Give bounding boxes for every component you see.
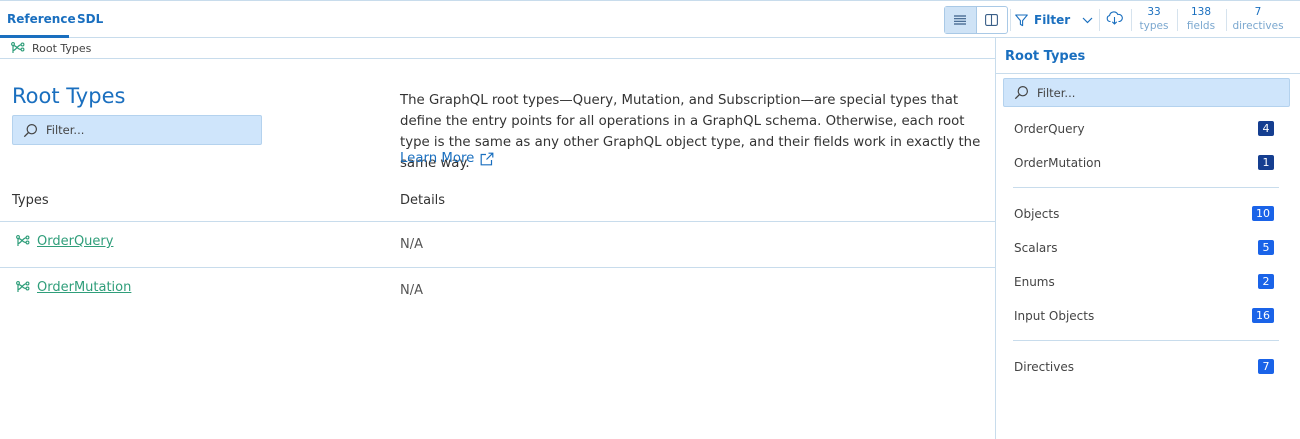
filter-button[interactable]: Filter [1015,6,1093,34]
nav-item-label: OrderQuery [1014,121,1085,136]
nav-item-label: Input Objects [1014,308,1095,323]
list-icon [954,15,967,25]
stat-directives-label: directives [1232,20,1284,32]
breadcrumb-label[interactable]: Root Types [32,42,91,55]
columns-icon [985,14,999,26]
funnel-icon [1015,13,1028,26]
stat-fields: 138 fields [1184,5,1218,33]
count-badge: 4 [1258,121,1274,136]
search-icon [1014,85,1029,100]
types-filter-input[interactable]: Filter... [12,115,262,145]
toolbar-divider [1131,9,1132,31]
nav-item-ordermutation[interactable]: OrderMutation 1 [1014,155,1274,170]
filter-placeholder: Filter... [1037,85,1076,100]
panel-title[interactable]: Root Types [1005,49,1085,64]
view-toggle [944,6,1008,34]
filter-placeholder: Filter... [46,123,85,137]
stat-directives: 7 directives [1231,5,1285,33]
stat-fields-label: fields [1186,20,1216,32]
list-view-button[interactable] [945,7,976,33]
external-link-icon [480,152,494,165]
panel-section-divider [1013,340,1279,341]
nav-item-label: Enums [1014,274,1055,289]
count-badge: 2 [1258,274,1274,289]
nav-item-directives[interactable]: Directives 7 [1014,359,1274,374]
root-type-icon [16,281,30,292]
learn-more-link[interactable]: Learn More [400,151,494,166]
panel-divider [996,73,1300,74]
count-badge: 5 [1258,240,1274,255]
nav-item-label: Directives [1014,359,1074,374]
split-view-button[interactable] [975,7,1007,33]
page-title: Root Types [12,84,126,108]
root-type-icon [16,235,30,246]
download-schema-button[interactable] [1106,10,1123,29]
column-header-types: Types [12,193,49,208]
nav-item-scalars[interactable]: Scalars 5 [1014,240,1274,255]
nav-item-enums[interactable]: Enums 2 [1014,274,1274,289]
nav-item-label: Objects [1014,206,1060,221]
top-toolbar: Reference SDL Filter 33 types 138 fields… [0,0,1300,38]
nav-item-label: OrderMutation [1014,155,1102,170]
stat-types: 33 types [1138,5,1170,33]
type-link-orderquery[interactable]: OrderQuery [15,234,113,249]
count-badge: 1 [1258,155,1274,170]
type-details: N/A [400,283,423,298]
table-row-divider [0,267,995,268]
toolbar-divider [1010,9,1011,31]
nav-item-label: Scalars [1014,240,1058,255]
search-icon [23,123,38,137]
column-header-details: Details [400,193,446,208]
stat-types-label: types [1139,20,1169,32]
count-badge: 10 [1252,206,1274,221]
count-badge: 7 [1258,359,1274,374]
type-name: OrderQuery [37,234,114,249]
nav-item-orderquery[interactable]: OrderQuery 4 [1014,121,1274,136]
toolbar-divider [1226,9,1227,31]
tab-reference[interactable]: Reference [0,1,76,38]
nav-item-objects[interactable]: Objects 10 [1014,206,1274,221]
type-name: OrderMutation [37,280,132,295]
stat-fields-value: 138 [1190,6,1212,18]
learn-more-label: Learn More [400,151,475,166]
filter-label: Filter [1034,13,1071,27]
stat-directives-value: 7 [1254,6,1262,18]
type-link-ordermutation[interactable]: OrderMutation [15,280,131,295]
chevron-down-icon [1082,17,1093,23]
panel-section-divider [1013,187,1279,188]
nav-item-input-objects[interactable]: Input Objects 16 [1014,308,1274,323]
toolbar-divider [1099,9,1100,31]
stat-types-value: 33 [1147,6,1161,18]
breadcrumb: Root Types [0,38,995,59]
panel-filter-input[interactable]: Filter... [1003,78,1290,107]
root-type-icon [11,41,25,53]
cloud-download-icon [1106,11,1123,25]
tab-sdl[interactable]: SDL [77,1,103,38]
toolbar-divider [1177,9,1178,31]
schema-navigator-panel: Root Types Filter... OrderQuery 4 OrderM… [995,38,1300,439]
table-divider [0,221,995,222]
count-badge: 16 [1252,308,1274,323]
type-details: N/A [400,237,423,252]
